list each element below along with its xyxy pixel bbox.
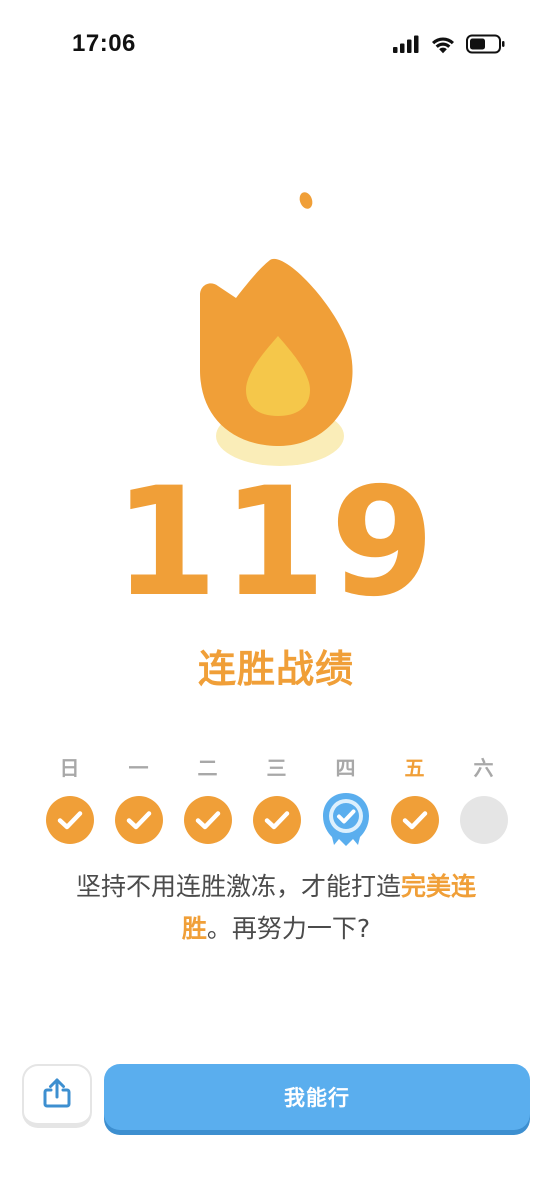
check-circle-icon bbox=[45, 796, 94, 844]
cellular-signal-icon bbox=[392, 35, 420, 53]
day-monday: 一 bbox=[104, 752, 173, 844]
encouragement-message: 坚持不用连胜激冻，才能打造完美连胜。再努力一下? bbox=[60, 866, 492, 950]
day-label: 四 bbox=[335, 756, 356, 780]
status-icons bbox=[392, 34, 506, 54]
streak-freeze-icon bbox=[322, 793, 370, 846]
streak-screen: 17:06 119 连胜战绩 日 一 二 三 四 五 六 坚持不用连胜激冻，才能… bbox=[0, 0, 552, 1200]
battery-icon bbox=[466, 34, 506, 54]
message-text-end: 。再努力一下? bbox=[206, 914, 371, 943]
day-label: 三 bbox=[266, 756, 287, 780]
check-circle-icon bbox=[114, 796, 163, 844]
empty-circle-icon bbox=[459, 796, 508, 844]
check-circle-icon bbox=[252, 796, 301, 844]
day-label: 日 bbox=[59, 756, 80, 780]
status-bar: 17:06 bbox=[0, 0, 552, 90]
check-circle-icon bbox=[390, 796, 439, 844]
day-thursday: 四 bbox=[311, 752, 380, 846]
day-label: 一 bbox=[128, 756, 149, 780]
flame-icon bbox=[190, 250, 370, 475]
day-saturday: 六 bbox=[449, 752, 518, 844]
week-calendar: 日 一 二 三 四 五 六 bbox=[35, 752, 518, 846]
share-button[interactable] bbox=[22, 1064, 92, 1128]
streak-title: 连胜战绩 bbox=[197, 647, 354, 691]
day-tuesday: 二 bbox=[173, 752, 242, 844]
share-icon bbox=[42, 1077, 72, 1113]
message-text: 坚持不用连胜激冻，才能打造 bbox=[75, 872, 401, 901]
spark-dot-decoration bbox=[297, 190, 315, 211]
check-circle-icon bbox=[183, 796, 232, 844]
status-time: 17:06 bbox=[72, 30, 136, 57]
day-friday: 五 bbox=[380, 752, 449, 844]
day-label: 二 bbox=[197, 756, 218, 780]
wifi-icon bbox=[430, 35, 456, 54]
continue-button[interactable]: 我能行 bbox=[104, 1064, 530, 1130]
day-label: 六 bbox=[473, 756, 494, 780]
day-label-today: 五 bbox=[404, 756, 425, 780]
day-sunday: 日 bbox=[35, 752, 104, 844]
streak-count: 119 bbox=[113, 456, 439, 630]
day-wednesday: 三 bbox=[242, 752, 311, 844]
